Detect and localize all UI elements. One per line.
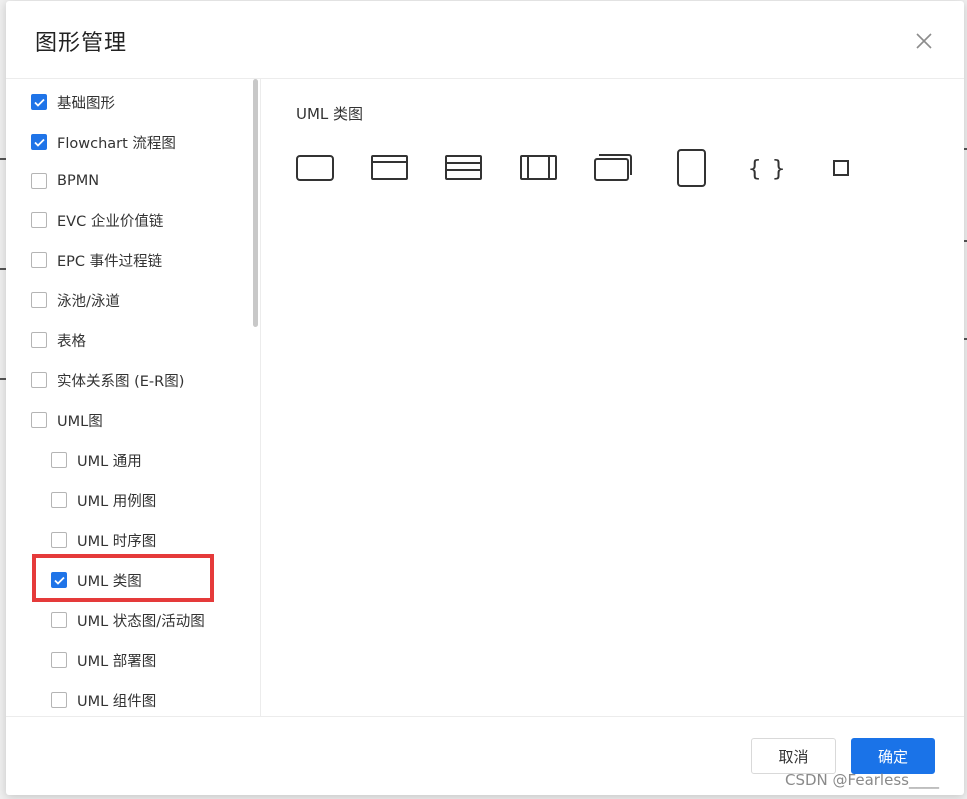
class-header-icon[interactable]: [370, 149, 412, 189]
class-tall-icon[interactable]: [673, 149, 715, 189]
category-checkbox[interactable]: [31, 292, 47, 308]
cancel-button[interactable]: 取消: [751, 738, 836, 774]
confirm-button[interactable]: 确定: [851, 738, 935, 774]
category-item-uml[interactable]: UML图: [31, 408, 103, 432]
close-button[interactable]: [912, 29, 936, 53]
category-label: UML 用例图: [77, 493, 157, 510]
class-columns-icon[interactable]: [519, 149, 561, 189]
category-item-uml-component[interactable]: UML 组件图: [51, 688, 156, 712]
class-stacked-icon[interactable]: [593, 149, 635, 189]
category-label: EPC 事件过程链: [57, 253, 163, 270]
category-checkbox[interactable]: [31, 134, 47, 150]
category-label: UML 状态图/活动图: [77, 613, 205, 630]
category-label: UML图: [57, 413, 103, 430]
category-item-er[interactable]: 实体关系图 (E-R图): [31, 368, 184, 392]
category-item-flowchart[interactable]: Flowchart 流程图: [31, 130, 176, 154]
category-checkbox[interactable]: [51, 612, 67, 628]
category-checkbox[interactable]: [31, 173, 47, 189]
category-item-uml-deployment[interactable]: UML 部署图: [51, 648, 156, 672]
close-icon[interactable]: [912, 29, 936, 53]
shape-item[interactable]: [444, 149, 486, 189]
shape-item[interactable]: [519, 149, 561, 189]
annotation-highlight-box: [32, 554, 214, 602]
category-checkbox[interactable]: [51, 652, 67, 668]
category-checkbox[interactable]: [31, 252, 47, 268]
category-checkbox[interactable]: [51, 492, 67, 508]
category-checkbox[interactable]: [51, 532, 67, 548]
category-item-swimlane[interactable]: 泳池/泳道: [31, 288, 120, 312]
category-item-uml-sequence[interactable]: UML 时序图: [51, 528, 156, 552]
category-item-uml-usecase[interactable]: UML 用例图: [51, 488, 156, 512]
category-label: BPMN: [57, 173, 100, 189]
dialog-header: 图形管理: [6, 1, 964, 79]
category-label: UML 时序图: [77, 533, 157, 550]
category-item-bpmn[interactable]: BPMN: [31, 169, 99, 193]
category-checkbox[interactable]: [31, 372, 47, 388]
category-label: 实体关系图 (E-R图): [57, 373, 185, 390]
shape-item[interactable]: [593, 149, 635, 189]
category-item-uml-state[interactable]: UML 状态图/活动图: [51, 608, 205, 632]
shape-preview-panel: UML 类图 {}: [261, 79, 964, 716]
category-item-table[interactable]: 表格: [31, 328, 86, 352]
category-label: UML 通用: [77, 453, 142, 470]
svg-text:}: }: [772, 157, 785, 182]
category-checkbox[interactable]: [31, 212, 47, 228]
category-label: 泳池/泳道: [57, 293, 120, 310]
category-label: 基础图形: [57, 95, 115, 112]
shape-item[interactable]: [295, 149, 337, 189]
shape-item[interactable]: [830, 149, 872, 189]
category-item-basic-shapes[interactable]: 基础图形: [31, 90, 115, 114]
category-label: EVC 企业价值链: [57, 213, 164, 230]
category-label: Flowchart 流程图: [57, 135, 176, 152]
braces-icon[interactable]: { }: [745, 149, 787, 189]
category-item-uml-general[interactable]: UML 通用: [51, 448, 142, 472]
small-square-icon[interactable]: [830, 149, 872, 189]
category-item-evc[interactable]: EVC 企业价值链: [31, 208, 163, 232]
category-checkbox[interactable]: [31, 412, 47, 428]
category-checkbox[interactable]: [31, 332, 47, 348]
category-list[interactable]: 基础图形 Flowchart 流程图 BPMN EVC 企业价值链 EPC 事件…: [6, 79, 261, 716]
category-label: 表格: [57, 333, 86, 350]
shape-item[interactable]: { }: [745, 149, 787, 189]
shape-item[interactable]: [370, 149, 412, 189]
section-title: UML 类图: [296, 105, 364, 123]
shape-manager-dialog: 图形管理 基础图形 Flowchart 流程图 BPMN EVC 企业价值链 E…: [6, 1, 964, 795]
category-label: UML 组件图: [77, 693, 157, 710]
class-three-row-icon[interactable]: [444, 149, 486, 189]
svg-text:{: {: [748, 157, 761, 182]
category-checkbox[interactable]: [31, 94, 47, 110]
class-box-icon[interactable]: [295, 149, 337, 189]
shape-item[interactable]: [673, 149, 715, 189]
category-checkbox[interactable]: [51, 692, 67, 708]
category-scrollbar[interactable]: [253, 79, 258, 327]
category-item-epc[interactable]: EPC 事件过程链: [31, 248, 162, 272]
category-checkbox[interactable]: [51, 452, 67, 468]
category-label: UML 部署图: [77, 653, 157, 670]
watermark: CSDN @Fearless____: [785, 771, 939, 789]
dialog-title: 图形管理: [35, 31, 128, 56]
